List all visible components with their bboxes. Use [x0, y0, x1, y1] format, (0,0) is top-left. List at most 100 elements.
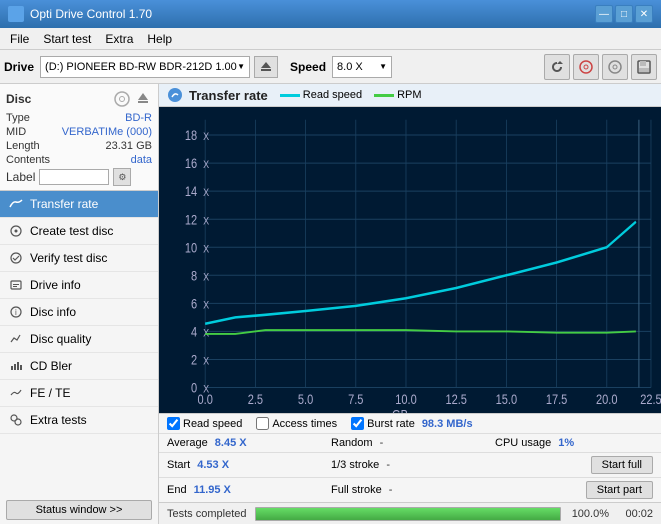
- nav-item-disc-info[interactable]: i Disc info: [0, 299, 158, 326]
- svg-text:5.0: 5.0: [298, 392, 313, 408]
- stat-start-full: Start full: [495, 456, 653, 474]
- nav-item-extra-tests[interactable]: Extra tests: [0, 407, 158, 434]
- nav-item-disc-quality[interactable]: Disc quality: [0, 326, 158, 353]
- burst-rate-value: 98.3 MB/s: [422, 418, 473, 430]
- disc-panel-label: Disc: [6, 92, 31, 106]
- disc-info-header: Disc: [6, 90, 152, 108]
- disc-quality-icon: [8, 331, 24, 347]
- speed-dropdown[interactable]: 8.0 X ▼: [332, 56, 392, 78]
- nav-label-drive-info: Drive info: [30, 278, 81, 292]
- disc-small-icon: [113, 90, 131, 108]
- nav-label-disc-quality: Disc quality: [30, 332, 91, 346]
- stat-random: Random -: [331, 437, 489, 449]
- app-icon: [8, 6, 24, 22]
- nav-label-extra-tests: Extra tests: [30, 413, 87, 427]
- drive-dropdown[interactable]: (D:) PIONEER BD-RW BDR-212D 1.00 ▼: [40, 56, 250, 78]
- minimize-button[interactable]: —: [595, 5, 613, 23]
- svg-text:X: X: [203, 300, 209, 312]
- speed-value: 8.0 X: [337, 61, 363, 73]
- svg-text:0.0: 0.0: [198, 392, 213, 408]
- create-test-disc-icon: [8, 223, 24, 239]
- svg-text:i: i: [15, 308, 17, 317]
- maximize-button[interactable]: □: [615, 5, 633, 23]
- svg-text:GB: GB: [392, 407, 408, 413]
- nav-label-cd-bler: CD Bler: [30, 359, 72, 373]
- toolbar-icons: [544, 54, 657, 80]
- legend-read-speed-color: [280, 94, 300, 97]
- progress-fill: [256, 508, 560, 520]
- disc-type-row: Type BD-R: [6, 112, 152, 124]
- start-label: Start: [167, 459, 190, 471]
- svg-text:10.0: 10.0: [395, 392, 416, 408]
- refresh-button[interactable]: [544, 54, 570, 80]
- disc-icon-area: [113, 90, 152, 108]
- svg-text:X: X: [203, 215, 209, 227]
- disc-eject-icon: [134, 90, 152, 108]
- disc-label-button[interactable]: ⚙: [113, 168, 131, 186]
- verify-test-disc-icon: [8, 250, 24, 266]
- start-part-button[interactable]: Start part: [586, 481, 653, 499]
- cb-read-speed: Read speed: [167, 417, 242, 430]
- eject-button[interactable]: [254, 56, 278, 78]
- nav-item-transfer-rate[interactable]: Transfer rate: [0, 191, 158, 218]
- disc-label-input[interactable]: [39, 169, 109, 185]
- disc-type-value: BD-R: [125, 112, 152, 124]
- disc-icon: [578, 59, 594, 75]
- menu-file[interactable]: File: [4, 31, 35, 47]
- stroke13-value: -: [386, 459, 390, 471]
- menu-extra[interactable]: Extra: [99, 31, 139, 47]
- full-stroke-value: -: [389, 484, 393, 496]
- nav-item-create-test-disc[interactable]: Create test disc: [0, 218, 158, 245]
- nav-label-transfer-rate: Transfer rate: [30, 197, 98, 211]
- svg-text:15.0: 15.0: [496, 392, 517, 408]
- transfer-rate-icon: [8, 196, 24, 212]
- disc-label-row: Label ⚙: [6, 168, 152, 186]
- progress-time: 00:02: [617, 508, 653, 520]
- menu-help[interactable]: Help: [141, 31, 178, 47]
- svg-text:2: 2: [191, 352, 197, 368]
- svg-text:0: 0: [191, 380, 197, 396]
- nav-item-cd-bler[interactable]: CD Bler: [0, 353, 158, 380]
- svg-text:4: 4: [191, 324, 197, 340]
- cb-access-times-input[interactable]: [256, 417, 269, 430]
- nav-item-fe-te[interactable]: FE / TE: [0, 380, 158, 407]
- save-button[interactable]: [631, 54, 657, 80]
- legend-read-speed: Read speed: [280, 89, 362, 101]
- svg-text:X: X: [203, 243, 209, 255]
- title-bar-left: Opti Drive Control 1.70: [8, 6, 152, 22]
- main-content: Disc Type BD-R MID VERBATI: [0, 84, 661, 524]
- disc-button[interactable]: [573, 54, 599, 80]
- title-bar: Opti Drive Control 1.70 — □ ✕: [0, 0, 661, 28]
- stats-row-3: End 11.95 X Full stroke - Start part: [159, 477, 661, 502]
- svg-text:20.0: 20.0: [596, 392, 617, 408]
- nav-item-verify-test-disc[interactable]: Verify test disc: [0, 245, 158, 272]
- disc-length-label: Length: [6, 140, 40, 152]
- burn-button[interactable]: [602, 54, 628, 80]
- close-button[interactable]: ✕: [635, 5, 653, 23]
- status-window-button[interactable]: Status window >>: [6, 500, 152, 520]
- random-label: Random: [331, 437, 373, 449]
- cb-read-speed-input[interactable]: [167, 417, 180, 430]
- chart-legend: Read speed RPM: [280, 89, 422, 101]
- drive-label: Drive: [4, 60, 34, 74]
- disc-mid-value: VERBATIMe (000): [62, 126, 152, 138]
- right-panel: Transfer rate Read speed RPM: [159, 84, 661, 524]
- chart-header-icon: [167, 87, 183, 103]
- svg-text:2.5: 2.5: [248, 392, 263, 408]
- stat-cpu: CPU usage 1%: [495, 437, 653, 449]
- svg-text:22.5: 22.5: [640, 392, 661, 408]
- menu-start-test[interactable]: Start test: [37, 31, 97, 47]
- nav-label-verify-test-disc: Verify test disc: [30, 251, 107, 265]
- cb-burst-rate-input[interactable]: [351, 417, 364, 430]
- title-bar-controls: — □ ✕: [595, 5, 653, 23]
- disc-label-label: Label: [6, 170, 35, 184]
- start-full-button[interactable]: Start full: [591, 456, 653, 474]
- svg-text:16: 16: [185, 156, 197, 172]
- svg-text:7.5: 7.5: [348, 392, 363, 408]
- stats-row-1: Average 8.45 X Random - CPU usage 1%: [159, 433, 661, 452]
- nav-item-drive-info[interactable]: Drive info: [0, 272, 158, 299]
- disc-length-value: 23.31 GB: [106, 140, 152, 152]
- nav-label-create-test-disc: Create test disc: [30, 224, 113, 238]
- disc-info-panel: Disc Type BD-R MID VERBATI: [0, 84, 158, 191]
- nav-label-fe-te: FE / TE: [30, 386, 70, 400]
